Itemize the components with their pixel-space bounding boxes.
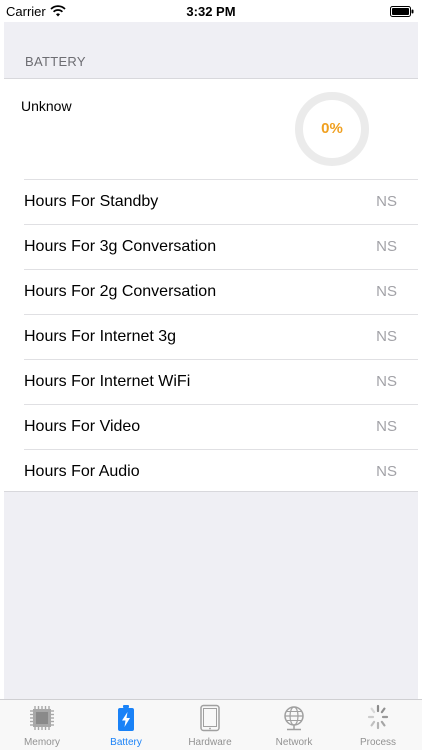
list-item-2g-conversation: Hours For 2g Conversation NS bbox=[24, 269, 418, 314]
tab-network[interactable]: Network bbox=[252, 700, 336, 751]
battery-icon bbox=[118, 705, 134, 731]
tablet-icon bbox=[200, 704, 220, 732]
row-value: NS bbox=[376, 463, 397, 480]
status-battery-icon bbox=[390, 6, 414, 17]
chip-icon bbox=[30, 706, 54, 730]
battery-percent: 0% bbox=[321, 120, 343, 137]
tab-label: Battery bbox=[110, 737, 142, 748]
tab-label: Network bbox=[275, 737, 313, 748]
tab-label: Process bbox=[359, 737, 397, 748]
row-value: NS bbox=[376, 283, 397, 300]
row-label: Hours For Audio bbox=[24, 463, 140, 480]
row-value: NS bbox=[376, 238, 397, 255]
row-label: Hours For Internet 3g bbox=[24, 328, 177, 345]
clock: 3:32 PM bbox=[186, 4, 236, 19]
row-value: NS bbox=[376, 418, 397, 435]
tab-hardware[interactable]: Hardware bbox=[168, 700, 252, 751]
tab-label: Hardware bbox=[188, 737, 232, 748]
battery-state-label: Unknow bbox=[21, 98, 72, 114]
battery-section-header: BATTERY bbox=[4, 22, 418, 78]
list-item-3g-conversation: Hours For 3g Conversation NS bbox=[24, 224, 418, 269]
status-bar: Carrier 3:32 PM bbox=[0, 0, 422, 22]
row-value: NS bbox=[376, 373, 397, 390]
section-title: BATTERY bbox=[25, 54, 86, 69]
row-value: NS bbox=[376, 193, 397, 210]
globe-icon bbox=[284, 706, 304, 731]
battery-summary-row: Unknow 0% bbox=[4, 79, 418, 179]
spinner-icon bbox=[367, 704, 389, 730]
row-value: NS bbox=[376, 328, 397, 345]
row-label: Hours For Internet WiFi bbox=[24, 373, 191, 390]
list-item-internet-3g: Hours For Internet 3g NS bbox=[24, 314, 418, 359]
list-item-internet-wifi: Hours For Internet WiFi NS bbox=[24, 359, 418, 404]
tab-bar: Memory Battery Hardware Network Process bbox=[0, 699, 422, 750]
tab-memory[interactable]: Memory bbox=[0, 700, 84, 751]
battery-card: Unknow 0% Hours For Standby NS Hours For… bbox=[4, 78, 418, 492]
tab-process[interactable]: Process bbox=[336, 700, 420, 751]
list-item-audio: Hours For Audio NS bbox=[24, 449, 418, 494]
row-label: Hours For 2g Conversation bbox=[24, 283, 217, 300]
list-item-standby: Hours For Standby NS bbox=[24, 179, 418, 224]
tab-battery[interactable]: Battery bbox=[84, 700, 168, 751]
row-label: Hours For Video bbox=[24, 418, 141, 435]
list-item-video: Hours For Video NS bbox=[24, 404, 418, 449]
row-label: Hours For 3g Conversation bbox=[24, 238, 217, 255]
row-label: Hours For Standby bbox=[24, 193, 159, 210]
tab-label: Memory bbox=[23, 737, 61, 748]
